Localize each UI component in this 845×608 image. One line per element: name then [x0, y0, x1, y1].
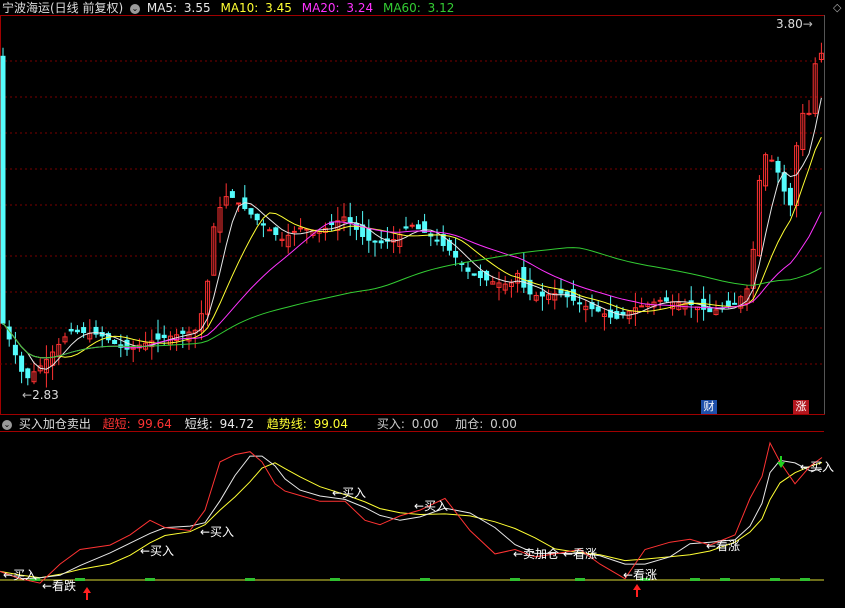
- candle-body: [781, 172, 787, 192]
- signal-label: ←看涨: [563, 547, 598, 561]
- candle-body: [81, 327, 87, 334]
- signal-label: ←买入: [140, 544, 175, 558]
- candle-body: [12, 344, 18, 356]
- trend-line: [0, 462, 823, 579]
- candle-body: [775, 160, 781, 173]
- volume-tick: [720, 578, 730, 581]
- candle-body: [477, 270, 483, 279]
- indicator-menu-icon[interactable]: ⌄: [2, 419, 12, 430]
- candle-body: [403, 226, 409, 229]
- sell-arrow-icon: [777, 456, 785, 468]
- candle-body: [657, 299, 663, 302]
- volume-tick: [800, 578, 810, 581]
- candle-body: [415, 224, 421, 230]
- buy-arrow-icon: [83, 587, 91, 600]
- signal-label: ←看涨: [706, 539, 741, 553]
- ma10-line: [2, 136, 822, 359]
- signal-label: ←买入: [800, 460, 835, 474]
- volume-tick: [420, 578, 430, 581]
- main-chart-frame: [0, 15, 825, 415]
- candle-body: [347, 217, 353, 223]
- candle-body: [577, 302, 583, 305]
- candle-body: [291, 230, 297, 233]
- signal-label: ←卖加仓: [513, 547, 560, 561]
- candle-body: [0, 55, 6, 324]
- candle-body: [465, 267, 471, 272]
- signal-label: ←买入: [332, 486, 367, 500]
- candle-body: [19, 355, 25, 372]
- volume-tick: [690, 578, 700, 581]
- add-position-readout: 加仓: 0.00: [455, 417, 517, 431]
- signal-label: ←买入: [414, 499, 449, 513]
- candle-body: [267, 229, 273, 232]
- candle-body: [471, 273, 477, 276]
- candle-body: [453, 250, 459, 258]
- candle-body: [254, 213, 260, 221]
- candle-body: [409, 224, 415, 227]
- low-price-label: ←2.83: [22, 388, 59, 402]
- candle-body: [372, 240, 378, 243]
- ma5-line: [2, 97, 822, 370]
- volume-tick: [245, 578, 255, 581]
- candle-body: [521, 267, 527, 288]
- candle-body: [725, 300, 731, 307]
- candle-body: [639, 305, 645, 308]
- ultra-short-readout: 超短: 99.64: [102, 417, 172, 431]
- finance-event-badge[interactable]: 财: [701, 400, 717, 414]
- indicator-header: ⌄ 买入加仓卖出 超短: 99.64 短线: 94.72 趋势线: 99.04 …: [0, 416, 523, 432]
- high-price-label: 3.80→: [776, 17, 813, 31]
- ultra-short-line: [0, 441, 823, 584]
- volume-tick: [75, 578, 85, 581]
- candle-body: [74, 329, 80, 333]
- candle-body: [260, 223, 266, 226]
- buy-readout: 买入: 0.00: [376, 417, 439, 431]
- candle-body: [298, 227, 304, 230]
- candle-body: [570, 289, 576, 301]
- candle-body: [161, 334, 167, 338]
- candle-body: [68, 328, 74, 332]
- candle-body: [732, 302, 738, 305]
- trend-line-readout: 趋势线: 99.04: [266, 417, 349, 431]
- volume-tick: [510, 578, 520, 581]
- candle-body: [663, 297, 669, 302]
- candle-body: [155, 333, 161, 340]
- volume-tick: [770, 578, 780, 581]
- volume-tick: [575, 578, 585, 581]
- candle-body: [236, 202, 242, 205]
- candle-body: [595, 306, 601, 312]
- candle-body: [787, 187, 793, 206]
- signal-label: ←买入: [3, 568, 38, 582]
- candle-body: [112, 339, 118, 345]
- candle-body: [248, 208, 254, 215]
- candle-body: [806, 112, 812, 115]
- candle-body: [273, 227, 279, 236]
- volume-tick: [330, 578, 340, 581]
- candle-body: [539, 291, 545, 297]
- candle-body: [180, 330, 186, 334]
- candle-body: [378, 240, 384, 244]
- short-line: [0, 455, 823, 580]
- candle-body: [229, 191, 235, 198]
- candle-body: [707, 307, 713, 313]
- candle-body: [25, 368, 31, 379]
- signal-label: ←看涨: [623, 568, 658, 582]
- indicator-name: 买入加仓卖出: [18, 417, 91, 431]
- limit-up-badge[interactable]: 涨: [793, 400, 809, 414]
- short-line-readout: 短线: 94.72: [184, 417, 254, 431]
- candlestick-chart[interactable]: [0, 0, 845, 415]
- signal-label: ←看跌: [42, 579, 77, 593]
- buy-arrow-icon: [633, 584, 641, 597]
- candle-body: [614, 311, 620, 319]
- candle-body: [434, 239, 440, 242]
- candle-body: [769, 159, 775, 162]
- volume-tick: [145, 578, 155, 581]
- signal-label: ←买入: [200, 525, 235, 539]
